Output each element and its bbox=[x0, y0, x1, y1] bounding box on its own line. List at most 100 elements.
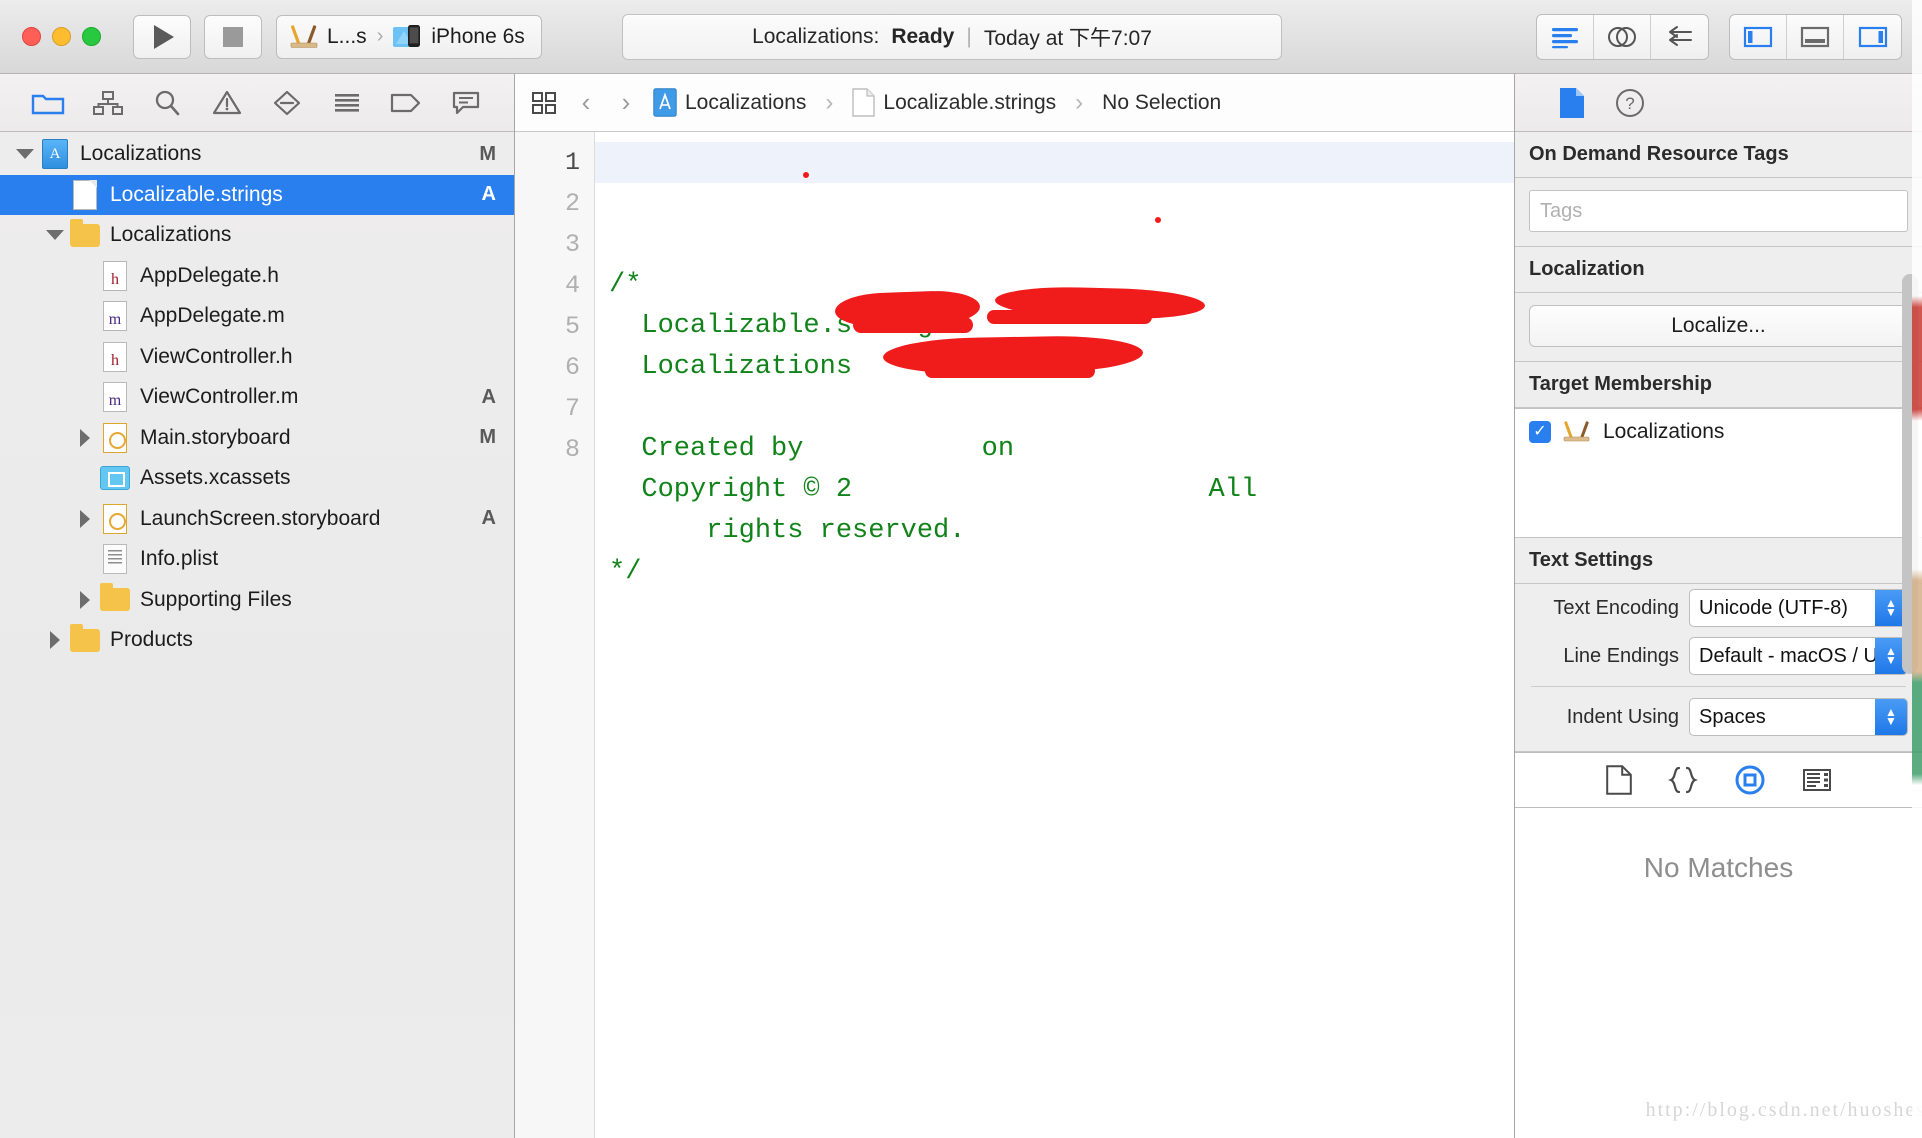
find-navigator-tab[interactable] bbox=[147, 86, 187, 120]
toolbar-right-group bbox=[1536, 14, 1902, 60]
library-pane[interactable]: No Matches http://blog.csdn.net/huoshes bbox=[1515, 808, 1922, 1138]
object-library-tab[interactable] bbox=[1734, 764, 1766, 796]
scheme-separator: › bbox=[376, 25, 384, 47]
line-number-gutter: 1 2 3 4 5 6 7 8 bbox=[515, 132, 595, 1138]
zoom-button[interactable] bbox=[82, 27, 101, 46]
utilities-toggle-button[interactable] bbox=[1844, 15, 1901, 59]
navigator-toggle-button[interactable] bbox=[1730, 15, 1787, 59]
test-navigator-tab[interactable] bbox=[267, 86, 307, 120]
tree-row-localizable-strings[interactable]: Localizable.strings A bbox=[0, 174, 514, 215]
target-label: Localizations bbox=[1603, 420, 1725, 443]
tree-row-label: Localizations bbox=[80, 142, 202, 166]
code-snippet-library-tab[interactable] bbox=[1667, 765, 1698, 795]
inspector-sections: On Demand Resource Tags Tags Localizatio… bbox=[1515, 132, 1922, 752]
redaction-mark-copyright-underline bbox=[925, 364, 1095, 378]
folder-icon bbox=[70, 218, 100, 247]
chevron-updown-icon: ▲ ▼ bbox=[1875, 699, 1907, 735]
disclosure-triangle-open[interactable] bbox=[14, 149, 36, 160]
standard-editor-button[interactable] bbox=[1537, 15, 1594, 59]
issue-navigator-tab[interactable] bbox=[207, 86, 247, 120]
destination-name: iPhone 6s bbox=[431, 24, 525, 48]
tree-row-label: Main.storyboard bbox=[140, 425, 291, 449]
localization-header: Localization bbox=[1515, 247, 1922, 293]
source-control-navigator-tab[interactable] bbox=[88, 86, 128, 120]
source-code[interactable]: /* Localizable.strings Localizations Cre… bbox=[595, 132, 1514, 1138]
assets-catalog-icon bbox=[100, 466, 130, 491]
tree-row-localizations[interactable]: Localizations bbox=[0, 215, 514, 256]
text-encoding-select[interactable]: Unicode (UTF-8) ▲ ▼ bbox=[1689, 589, 1908, 627]
assistant-editor-button[interactable] bbox=[1594, 15, 1651, 59]
tags-input[interactable]: Tags bbox=[1529, 190, 1908, 232]
xcode-target-icon bbox=[289, 24, 319, 50]
tree-row-assets-xcassets[interactable]: Assets.xcassets bbox=[0, 458, 514, 499]
line-number: 1 bbox=[564, 148, 580, 177]
disclosure-triangle-closed[interactable] bbox=[74, 509, 96, 528]
target-row[interactable]: ✓ Localizations bbox=[1515, 415, 1922, 449]
tree-row-viewcontroller-m[interactable]: m ViewController.m A bbox=[0, 377, 514, 418]
debug-navigator-tab[interactable] bbox=[327, 86, 367, 120]
tree-row-label: Assets.xcassets bbox=[140, 466, 291, 490]
breakpoint-navigator-tab[interactable] bbox=[386, 86, 426, 120]
tree-row-label: Supporting Files bbox=[140, 587, 292, 611]
disclosure-triangle-closed[interactable] bbox=[44, 631, 66, 650]
storyboard-icon bbox=[103, 422, 127, 453]
debug-toggle-button[interactable] bbox=[1787, 15, 1844, 59]
breadcrumb-separator-1: › bbox=[825, 88, 834, 116]
target-membership-list[interactable]: ✓ Localizations bbox=[1515, 408, 1922, 538]
breadcrumb-file-label: Localizable.strings bbox=[883, 90, 1057, 114]
status-bar[interactable]: Localizations: Ready | Today at 下午7:07 bbox=[622, 14, 1282, 60]
text-settings-header: Text Settings bbox=[1515, 538, 1922, 584]
tree-row-info-plist[interactable]: Info.plist bbox=[0, 539, 514, 580]
related-items-icon[interactable] bbox=[531, 90, 559, 116]
tree-row-appdelegate-m[interactable]: m AppDelegate.m bbox=[0, 296, 514, 337]
file-template-library-tab[interactable] bbox=[1605, 765, 1632, 795]
line-endings-select[interactable]: Default - macOS / Unix... ▲▼ bbox=[1689, 637, 1908, 675]
tree-row-supporting-files[interactable]: Supporting Files bbox=[0, 580, 514, 621]
file-inspector-tab[interactable] bbox=[1559, 87, 1585, 119]
disclosure-triangle-open[interactable] bbox=[44, 230, 66, 241]
stop-button[interactable] bbox=[204, 14, 262, 59]
code-line: */ bbox=[609, 557, 642, 587]
tree-row-products[interactable]: Products bbox=[0, 620, 514, 661]
status-time: Today at 下午7:07 bbox=[983, 27, 1152, 50]
project-tree[interactable]: LocalizationsMLocalizable.stringsALocali… bbox=[0, 132, 514, 1138]
indent-using-select[interactable]: Spaces ▲ ▼ bbox=[1689, 698, 1908, 736]
document-icon bbox=[852, 88, 876, 117]
media-library-tab[interactable] bbox=[1802, 767, 1832, 793]
text-settings-body: Text Encoding Unicode (UTF-8) ▲ ▼ Line En… bbox=[1515, 584, 1922, 752]
localize-button[interactable]: Localize... bbox=[1529, 305, 1908, 347]
breadcrumb-file[interactable]: Localizable.strings bbox=[852, 88, 1056, 117]
tree-row-launchscreen-storyboard[interactable]: LaunchScreen.storyboard A bbox=[0, 499, 514, 540]
status-project: Localizations: bbox=[752, 25, 880, 48]
jump-bar: ‹ › Localizations › Localizable.strings … bbox=[515, 74, 1514, 132]
back-button[interactable]: ‹ bbox=[573, 87, 599, 118]
document-icon bbox=[73, 179, 97, 210]
quick-help-inspector-tab[interactable]: ? bbox=[1615, 88, 1645, 118]
code-editor[interactable]: 1 2 3 4 5 6 7 8 /* Localizable.strings Localiza… bbox=[515, 132, 1514, 1138]
version-editor-button[interactable] bbox=[1651, 15, 1708, 59]
tree-row-label: LaunchScreen.storyboard bbox=[140, 506, 381, 530]
tree-row-label: Localizable.strings bbox=[110, 182, 283, 206]
navigator-tabbar bbox=[0, 74, 514, 132]
code-line: Copyright © 2 All bbox=[609, 475, 1258, 505]
tree-row-localizations[interactable]: Localizations M bbox=[0, 134, 514, 175]
xcodeproj-icon bbox=[653, 88, 677, 117]
tree-row-viewcontroller-h[interactable]: h ViewController.h bbox=[0, 337, 514, 378]
report-navigator-tab[interactable] bbox=[446, 86, 486, 120]
editor-panel: ‹ › Localizations › Localizable.strings … bbox=[515, 74, 1514, 1138]
disclosure-triangle-closed[interactable] bbox=[74, 428, 96, 447]
minimize-button[interactable] bbox=[52, 27, 71, 46]
scheme-selector[interactable]: L...s › iPhone 6s bbox=[276, 14, 542, 59]
forward-button[interactable]: › bbox=[613, 87, 639, 118]
breadcrumb-selection[interactable]: No Selection bbox=[1102, 91, 1221, 115]
breadcrumb-project[interactable]: Localizations bbox=[653, 88, 806, 117]
disclosure-triangle-closed[interactable] bbox=[74, 590, 96, 609]
tree-row-main-storyboard[interactable]: Main.storyboard M bbox=[0, 418, 514, 459]
target-checkbox[interactable]: ✓ bbox=[1529, 421, 1551, 443]
indent-using-row: Indent Using Spaces ▲ ▼ bbox=[1515, 693, 1922, 741]
tree-row-appdelegate-h[interactable]: h AppDelegate.h bbox=[0, 256, 514, 297]
run-button[interactable] bbox=[133, 14, 191, 59]
indent-using-label: Indent Using bbox=[1566, 705, 1679, 728]
project-navigator-tab[interactable] bbox=[28, 86, 68, 120]
close-button[interactable] bbox=[22, 27, 41, 46]
